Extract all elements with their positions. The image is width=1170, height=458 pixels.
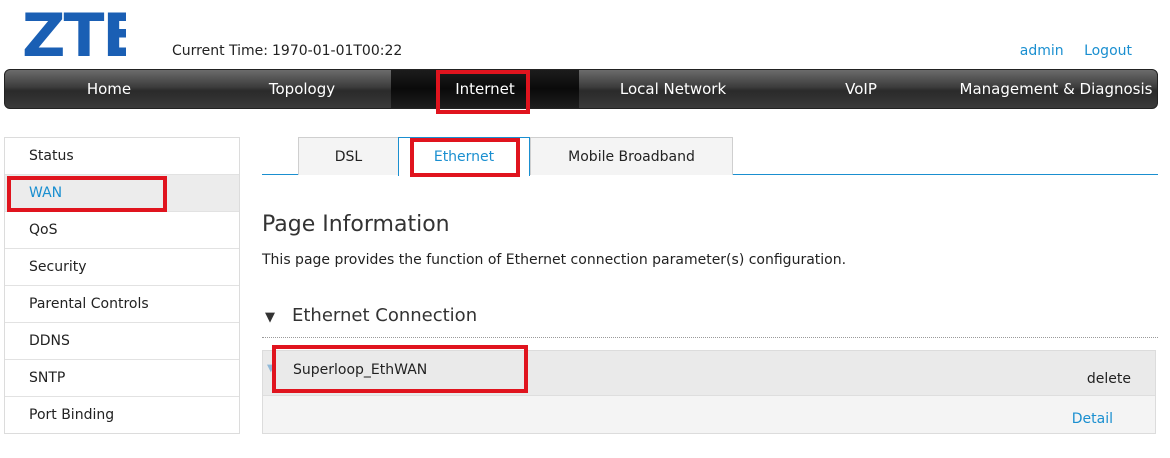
- nav-tab-home[interactable]: Home: [5, 70, 213, 108]
- nav-tab-internet[interactable]: Internet: [391, 70, 579, 108]
- collapse-triangle-icon[interactable]: ▼: [265, 310, 275, 325]
- sub-tabs: DSL Ethernet Mobile Broadband: [262, 137, 1158, 176]
- zte-logo: ZTE: [22, 6, 126, 62]
- subtab-ethernet[interactable]: Ethernet: [398, 137, 530, 176]
- connection-entry-header[interactable]: ▼ Superloop_EthWAN delete: [263, 351, 1155, 396]
- current-time: Current Time: 1970-01-01T00:22: [172, 43, 402, 59]
- sidebar-item-security[interactable]: Security: [5, 249, 239, 286]
- sidebar-item-qos[interactable]: QoS: [5, 212, 239, 249]
- router-admin-page: ZTE Current Time: 1970-01-01T00:22 admin …: [0, 0, 1170, 458]
- section-title: Ethernet Connection: [292, 305, 478, 326]
- nav-tab-voip[interactable]: VoIP: [767, 70, 955, 108]
- delete-button[interactable]: delete: [1087, 371, 1131, 387]
- connection-name: Superloop_EthWAN: [293, 362, 428, 378]
- page-description: This page provides the function of Ether…: [262, 252, 847, 268]
- page-title: Page Information: [262, 212, 450, 237]
- sidebar-item-port-binding[interactable]: Port Binding: [5, 397, 239, 433]
- current-time-label: Current Time:: [172, 43, 269, 59]
- subtab-mobile-broadband[interactable]: Mobile Broadband: [530, 137, 733, 175]
- ethernet-connection-section-header[interactable]: ▼ Ethernet Connection: [262, 304, 1158, 338]
- nav-tab-local-network[interactable]: Local Network: [579, 70, 767, 108]
- current-time-value: 1970-01-01T00:22: [272, 43, 403, 59]
- sidebar-item-ddns[interactable]: DDNS: [5, 323, 239, 360]
- nav-tab-topology[interactable]: Topology: [213, 70, 391, 108]
- connection-entry: ▼ Superloop_EthWAN delete Detail: [262, 350, 1156, 434]
- subtab-dsl[interactable]: DSL: [298, 137, 399, 175]
- nav-tab-management-diagnosis[interactable]: Management & Diagnosis: [955, 70, 1157, 108]
- expand-triangle-icon[interactable]: ▼: [267, 363, 275, 374]
- admin-user-link[interactable]: admin: [1020, 43, 1064, 59]
- detail-link[interactable]: Detail: [1072, 411, 1113, 427]
- user-links: admin Logout: [1004, 43, 1132, 59]
- sidebar: Status WAN QoS Security Parental Control…: [4, 137, 240, 434]
- sidebar-item-parental-controls[interactable]: Parental Controls: [5, 286, 239, 323]
- logout-link[interactable]: Logout: [1084, 43, 1132, 59]
- sidebar-item-status[interactable]: Status: [5, 138, 239, 175]
- svg-text:ZTE: ZTE: [22, 6, 126, 62]
- sidebar-item-sntp[interactable]: SNTP: [5, 360, 239, 397]
- sidebar-item-wan[interactable]: WAN: [5, 175, 239, 212]
- main-nav: Home Topology Internet Local Network VoI…: [4, 69, 1158, 109]
